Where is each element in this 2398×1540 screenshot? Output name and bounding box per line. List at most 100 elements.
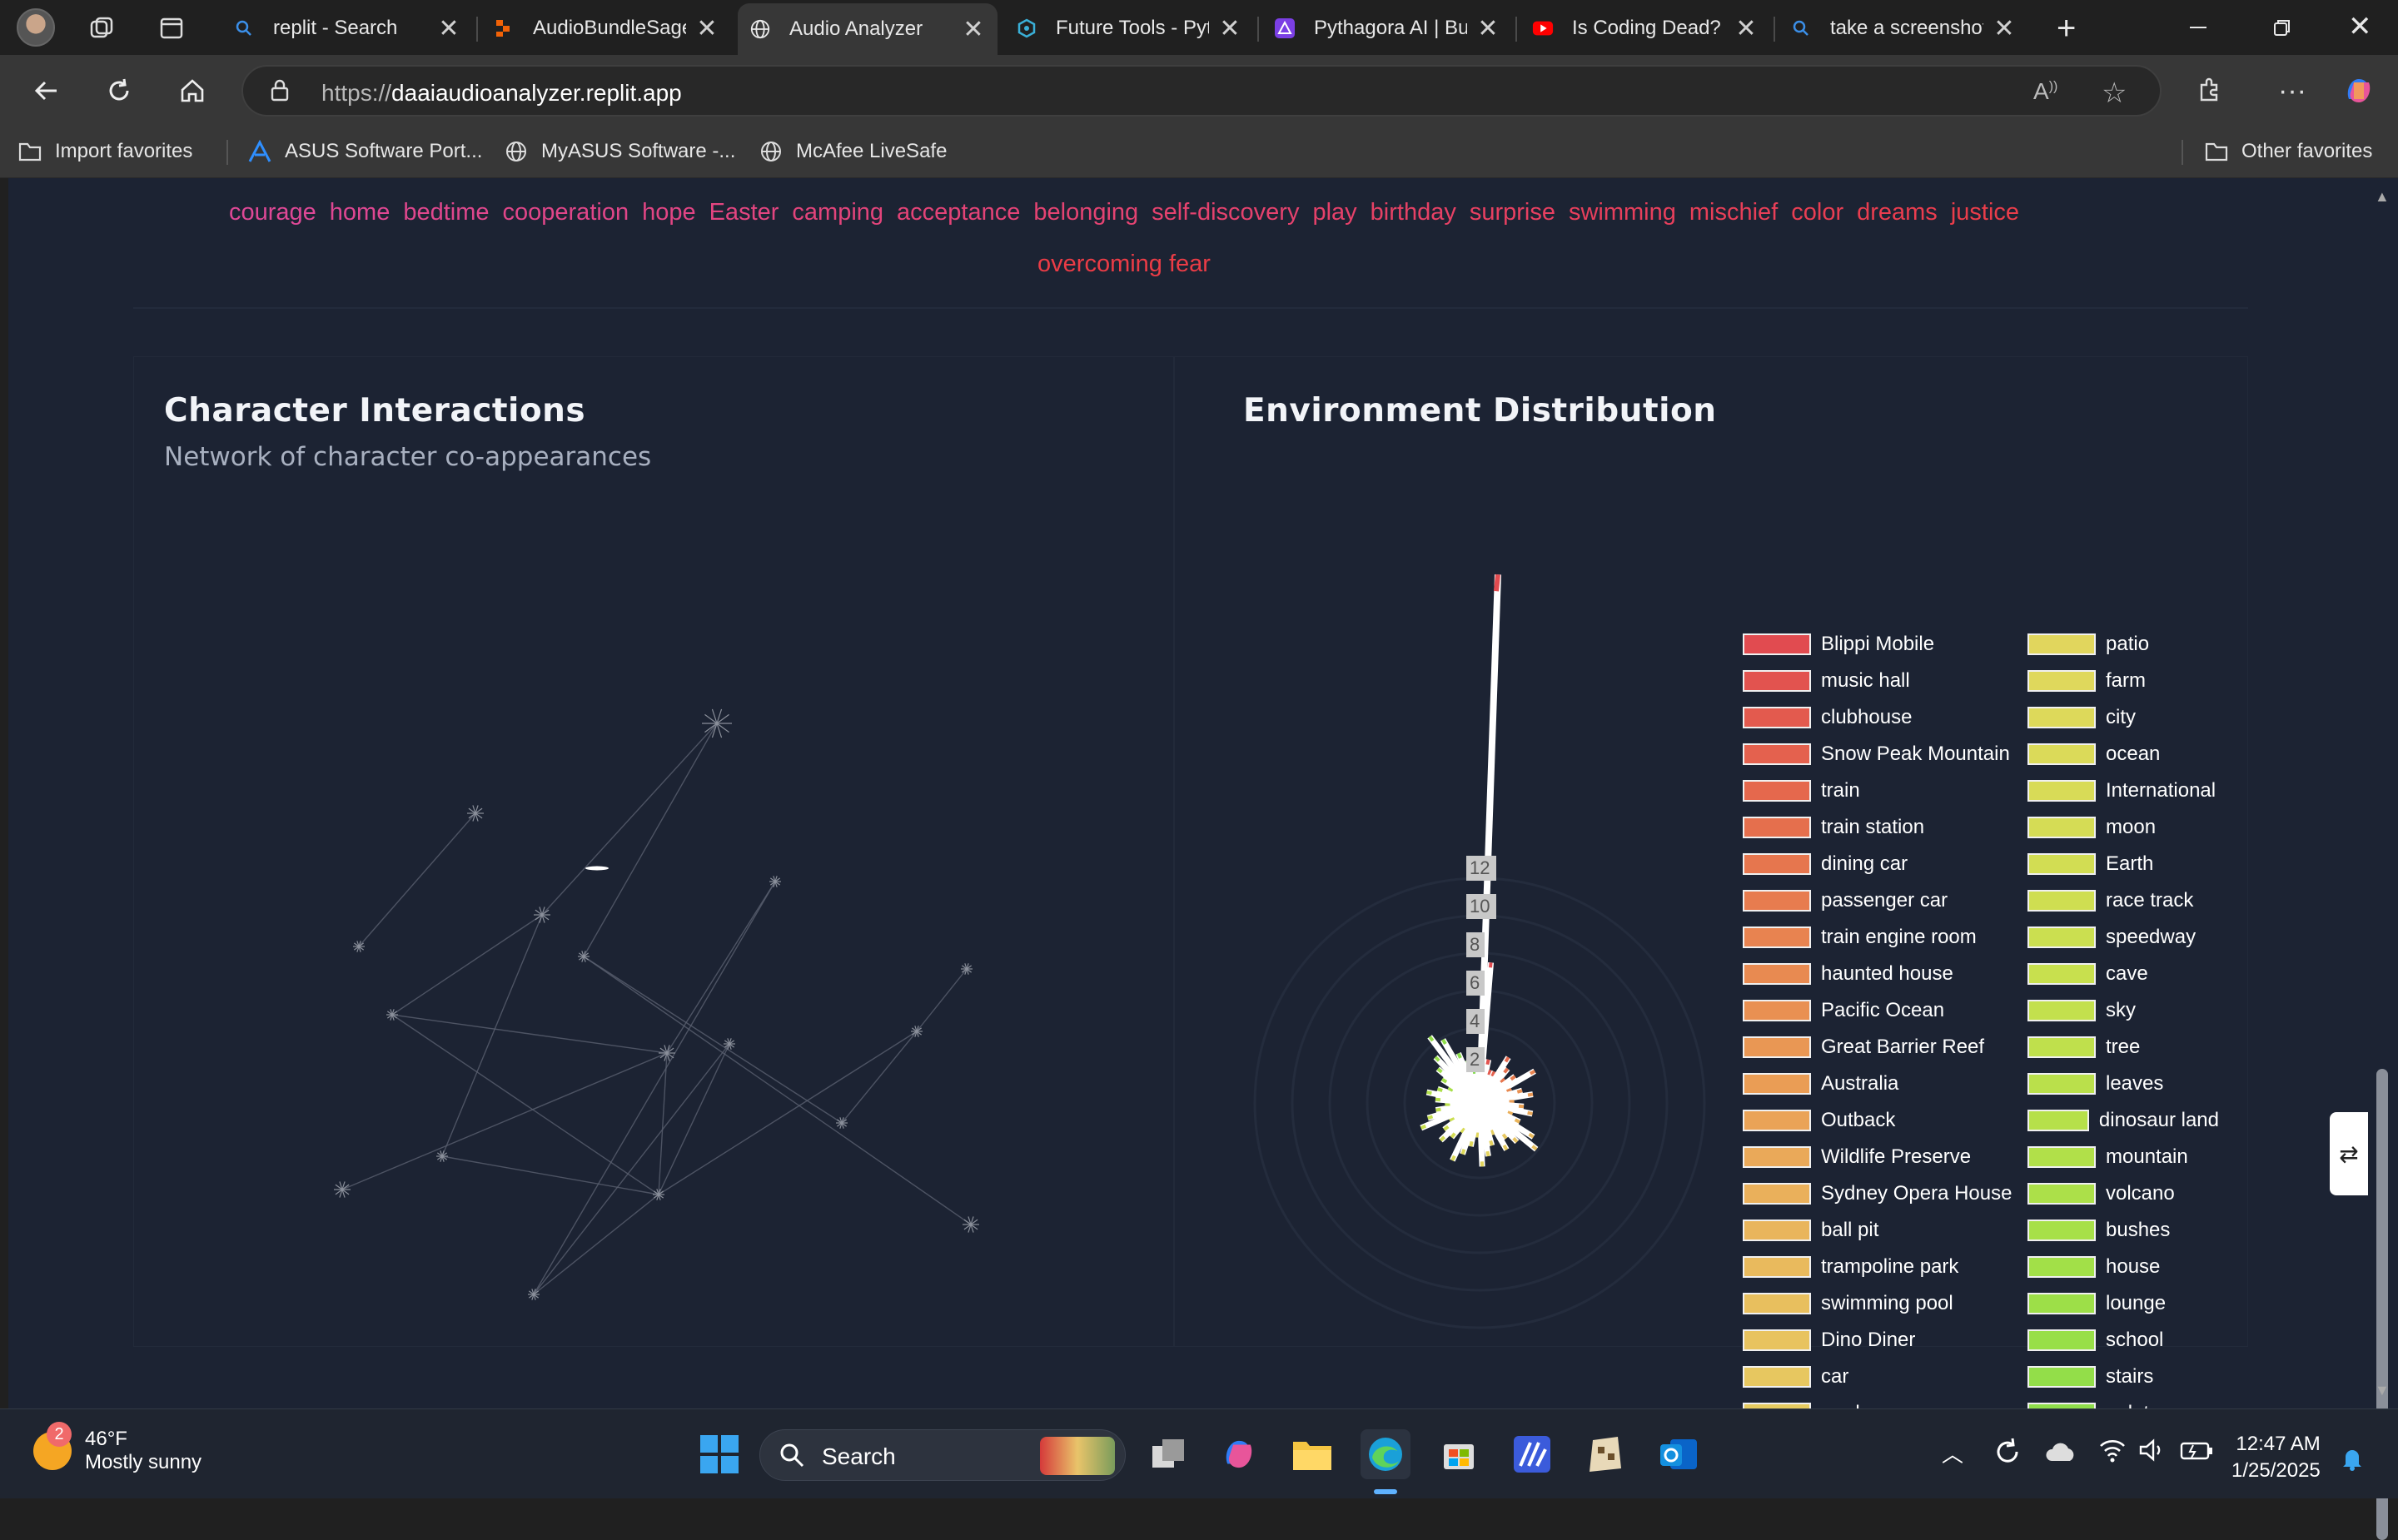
task-view-icon[interactable] (1144, 1429, 1194, 1479)
taskbar-search[interactable]: Search (759, 1429, 1126, 1481)
legend-item[interactable]: patio (2027, 632, 2219, 657)
legend-item[interactable]: mountain (2027, 1145, 2219, 1170)
more-menu-icon[interactable]: ··· (2273, 72, 2311, 110)
read-aloud-icon[interactable]: A)) (2033, 78, 2057, 105)
other-favorites[interactable]: Other favorites (2203, 137, 2372, 166)
legend-item[interactable]: oak tree (2027, 1401, 2219, 1408)
weather-widget[interactable]: 2 46°F Mostly sunny (33, 1428, 201, 1474)
tray-chevron-icon[interactable]: ︿ (1942, 1438, 1963, 1468)
network-highlight-node[interactable] (585, 867, 609, 871)
legend-item[interactable]: school (2027, 1328, 2219, 1353)
favorite-import[interactable]: Import favorites (17, 137, 192, 166)
ai-app-icon[interactable] (1507, 1429, 1557, 1479)
tab-3[interactable]: Future Tools - Pyt ✕ (1004, 5, 1254, 52)
theme-tag[interactable]: Easter (709, 199, 779, 226)
legend-item[interactable]: swimming pool (1743, 1291, 2021, 1316)
legend-item[interactable]: train station (1743, 815, 2021, 840)
tab-2[interactable]: Audio Analyzer ✕ (738, 3, 998, 55)
legend-item[interactable]: house (2027, 1254, 2219, 1279)
legend-item[interactable]: music hall (1743, 668, 2021, 693)
legend-item[interactable]: volcano (2027, 1181, 2219, 1206)
network-node[interactable] (436, 1150, 448, 1161)
theme-tag[interactable]: cooperation (503, 199, 629, 226)
vertical-tabs-icon[interactable] (158, 15, 185, 42)
notification-bell-icon[interactable] (2340, 1446, 2365, 1475)
close-icon[interactable]: ✕ (436, 14, 461, 43)
legend-item[interactable]: Earth (2027, 852, 2219, 877)
close-icon[interactable]: ✕ (1217, 14, 1242, 43)
legend-item[interactable]: Outback (1743, 1108, 2021, 1133)
legend-item[interactable]: yard (1743, 1401, 2021, 1408)
theme-tag[interactable]: bedtime (403, 199, 489, 226)
network-node[interactable] (467, 805, 484, 821)
tab-5[interactable]: Is Coding Dead? ( ✕ (1520, 5, 1770, 52)
favorite-star-icon[interactable]: ☆ (2102, 77, 2127, 110)
lock-icon[interactable] (268, 78, 291, 107)
legend-item[interactable]: city (2027, 705, 2219, 730)
network-node[interactable] (963, 1216, 979, 1232)
tab-6[interactable]: take a screenshot ✕ (1779, 5, 2028, 52)
legend-item[interactable]: Australia (1743, 1071, 2021, 1096)
battery-icon[interactable] (2180, 1441, 2213, 1465)
onedrive-icon[interactable] (2045, 1441, 2077, 1467)
legend-item[interactable]: race track (2027, 888, 2219, 913)
legend-item[interactable]: International (2027, 778, 2219, 803)
side-panel-handle[interactable]: ⇄ (2330, 1112, 2368, 1195)
legend-item[interactable]: sky (2027, 998, 2219, 1023)
legend-item[interactable]: Wildlife Preserve (1743, 1145, 2021, 1170)
legend-item[interactable]: Snow Peak Mountain (1743, 742, 2021, 767)
legend-item[interactable]: cave (2027, 961, 2219, 986)
sync-icon[interactable] (1992, 1436, 2023, 1472)
close-icon[interactable]: ✕ (694, 14, 719, 43)
legend-item[interactable]: trampoline park (1743, 1254, 2021, 1279)
legend-item[interactable]: dinosaur land (2027, 1108, 2219, 1133)
theme-tag[interactable]: swimming (1569, 199, 1676, 226)
legend-item[interactable]: passenger car (1743, 888, 2021, 913)
favorite-asus[interactable]: ASUS Software Port... (246, 137, 482, 166)
network-node[interactable] (334, 1181, 351, 1197)
legend-item[interactable]: dining car (1743, 852, 2021, 877)
legend-item[interactable]: speedway (2027, 925, 2219, 950)
network-node[interactable] (386, 1009, 398, 1020)
theme-tag[interactable]: hope (642, 199, 696, 226)
extensions-icon[interactable] (2190, 72, 2228, 110)
legend-item[interactable]: Sydney Opera House (1743, 1181, 2021, 1206)
theme-tag[interactable]: mischief (1689, 199, 1778, 226)
legend-item[interactable]: stairs (2027, 1364, 2219, 1389)
theme-tag[interactable]: acceptance (897, 199, 1020, 226)
page-scrollbar[interactable]: ▲ ▼ (2368, 178, 2398, 1408)
theme-tag[interactable]: surprise (1470, 199, 1555, 226)
edge-browser-icon[interactable] (1361, 1429, 1410, 1479)
profile-avatar[interactable] (17, 8, 55, 47)
legend-item[interactable]: leaves (2027, 1071, 2219, 1096)
legend-item[interactable]: train engine room (1743, 925, 2021, 950)
network-node[interactable] (836, 1117, 848, 1128)
bag-app-icon[interactable] (1580, 1429, 1630, 1479)
legend-item[interactable]: ball pit (1743, 1218, 2021, 1243)
close-icon[interactable]: ✕ (1992, 14, 2017, 43)
tab-0[interactable]: replit - Search ✕ (221, 5, 473, 52)
theme-tag[interactable]: courage (229, 199, 316, 226)
theme-tag[interactable]: home (330, 199, 391, 226)
copilot-app-icon[interactable] (1214, 1429, 1264, 1479)
workspaces-icon[interactable] (88, 15, 115, 42)
legend-item[interactable]: Dino Diner (1743, 1328, 2021, 1353)
start-button[interactable] (694, 1429, 744, 1479)
copilot-icon[interactable] (2340, 72, 2378, 110)
file-explorer-icon[interactable] (1287, 1429, 1337, 1479)
character-network-graph[interactable] (134, 357, 1175, 1348)
legend-item[interactable]: car (1743, 1364, 2021, 1389)
legend-item[interactable]: bushes (2027, 1218, 2219, 1243)
tab-4[interactable]: Pythagora AI | Bu ✕ (1262, 5, 1512, 52)
theme-tag[interactable]: justice (1951, 199, 2019, 226)
store-icon[interactable] (1434, 1429, 1484, 1479)
system-clock[interactable]: 12:47 AM 1/25/2025 (2231, 1431, 2321, 1484)
theme-tag[interactable]: self-discovery (1152, 199, 1299, 226)
favorite-mcafee[interactable]: McAfee LiveSafe (758, 137, 947, 166)
wifi-icon[interactable] (2098, 1438, 2127, 1467)
legend-item[interactable]: clubhouse (1743, 705, 2021, 730)
new-tab-button[interactable]: + (2057, 10, 2076, 47)
minimize-button[interactable] (2190, 27, 2206, 28)
network-node[interactable] (769, 876, 781, 887)
legend-item[interactable]: haunted house (1743, 961, 2021, 986)
